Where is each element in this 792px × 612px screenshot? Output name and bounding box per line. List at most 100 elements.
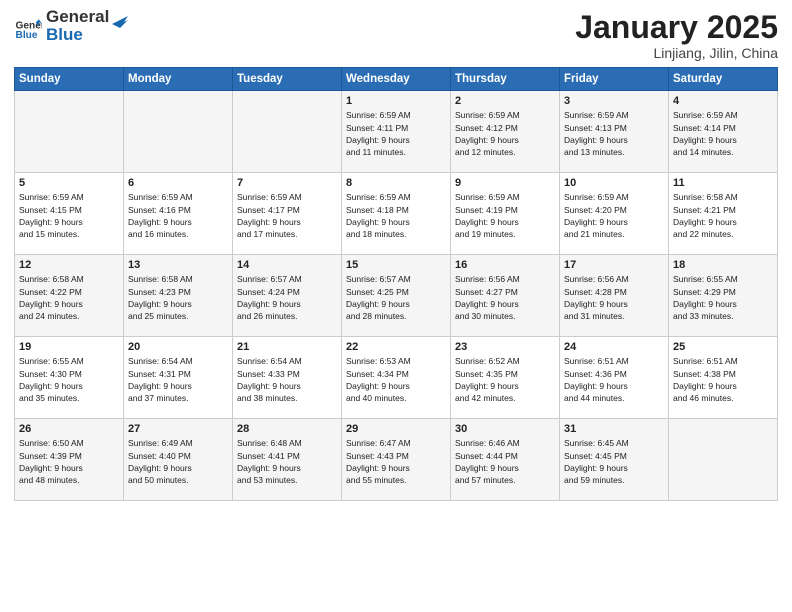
day-number: 5 <box>19 177 119 189</box>
calendar-week-row: 26Sunrise: 6:50 AM Sunset: 4:39 PM Dayli… <box>15 419 778 501</box>
day-info: Sunrise: 6:59 AM Sunset: 4:17 PM Dayligh… <box>237 191 337 240</box>
day-info: Sunrise: 6:52 AM Sunset: 4:35 PM Dayligh… <box>455 355 555 404</box>
location: Linjiang, Jilin, China <box>575 45 778 61</box>
day-info: Sunrise: 6:51 AM Sunset: 4:38 PM Dayligh… <box>673 355 773 404</box>
weekday-header-sunday: Sunday <box>15 68 124 91</box>
calendar-cell: 11 Sunrise: 6:58 AM Sunset: 4:21 PM Dayli… <box>669 173 778 255</box>
calendar-cell: 1 Sunrise: 6:59 AM Sunset: 4:11 PM Daylig… <box>342 91 451 173</box>
calendar-cell <box>15 91 124 173</box>
calendar-cell: 7 Sunrise: 6:59 AM Sunset: 4:17 PM Daylig… <box>233 173 342 255</box>
calendar-cell: 10 Sunrise: 6:59 AM Sunset: 4:20 PM Dayli… <box>560 173 669 255</box>
day-number: 11 <box>673 177 773 189</box>
day-number: 4 <box>673 95 773 107</box>
day-info: Sunrise: 6:57 AM Sunset: 4:25 PM Dayligh… <box>346 273 446 322</box>
calendar-cell: 23Sunrise: 6:52 AM Sunset: 4:35 PM Dayli… <box>451 337 560 419</box>
day-info: Sunrise: 6:46 AM Sunset: 4:44 PM Dayligh… <box>455 437 555 486</box>
day-number: 16 <box>455 259 555 271</box>
day-number: 10 <box>564 177 664 189</box>
calendar-cell: 31Sunrise: 6:45 AM Sunset: 4:45 PM Dayli… <box>560 419 669 501</box>
day-number: 30 <box>455 423 555 435</box>
day-info: Sunrise: 6:53 AM Sunset: 4:34 PM Dayligh… <box>346 355 446 404</box>
day-info: Sunrise: 6:55 AM Sunset: 4:29 PM Dayligh… <box>673 273 773 322</box>
day-number: 3 <box>564 95 664 107</box>
weekday-header-monday: Monday <box>124 68 233 91</box>
day-info: Sunrise: 6:50 AM Sunset: 4:39 PM Dayligh… <box>19 437 119 486</box>
logo-wing-icon <box>110 8 128 28</box>
day-info: Sunrise: 6:48 AM Sunset: 4:41 PM Dayligh… <box>237 437 337 486</box>
calendar-cell: 6 Sunrise: 6:59 AM Sunset: 4:16 PM Daylig… <box>124 173 233 255</box>
day-info: Sunrise: 6:55 AM Sunset: 4:30 PM Dayligh… <box>19 355 119 404</box>
calendar-cell: 3Sunrise: 6:59 AM Sunset: 4:13 PM Daylig… <box>560 91 669 173</box>
day-info: Sunrise: 6:59 AM Sunset: 4:15 PM Dayligh… <box>19 191 119 240</box>
calendar-cell: 29Sunrise: 6:47 AM Sunset: 4:43 PM Dayli… <box>342 419 451 501</box>
calendar-cell: 12Sunrise: 6:58 AM Sunset: 4:22 PM Dayli… <box>15 255 124 337</box>
day-info: Sunrise: 6:56 AM Sunset: 4:28 PM Dayligh… <box>564 273 664 322</box>
weekday-header-friday: Friday <box>560 68 669 91</box>
calendar-week-row: 19Sunrise: 6:55 AM Sunset: 4:30 PM Dayli… <box>15 337 778 419</box>
calendar-cell: 18 Sunrise: 6:55 AM Sunset: 4:29 PM Dayli… <box>669 255 778 337</box>
calendar-cell: 15 Sunrise: 6:57 AM Sunset: 4:25 PM Dayli… <box>342 255 451 337</box>
day-info: Sunrise: 6:57 AM Sunset: 4:24 PM Dayligh… <box>237 273 337 322</box>
header: General Blue General Blue January 2025 L… <box>14 10 778 61</box>
day-number: 28 <box>237 423 337 435</box>
day-number: 31 <box>564 423 664 435</box>
calendar-cell: 26Sunrise: 6:50 AM Sunset: 4:39 PM Dayli… <box>15 419 124 501</box>
calendar-cell: 14 Sunrise: 6:57 AM Sunset: 4:24 PM Dayli… <box>233 255 342 337</box>
day-number: 20 <box>128 341 228 353</box>
weekday-header-wednesday: Wednesday <box>342 68 451 91</box>
calendar-week-row: 12Sunrise: 6:58 AM Sunset: 4:22 PM Dayli… <box>15 255 778 337</box>
day-info: Sunrise: 6:59 AM Sunset: 4:14 PM Dayligh… <box>673 109 773 158</box>
calendar-cell <box>124 91 233 173</box>
weekday-header-saturday: Saturday <box>669 68 778 91</box>
day-number: 15 <box>346 259 446 271</box>
calendar-cell: 30 Sunrise: 6:46 AM Sunset: 4:44 PM Dayli… <box>451 419 560 501</box>
day-number: 7 <box>237 177 337 189</box>
day-number: 6 <box>128 177 228 189</box>
day-number: 22 <box>346 341 446 353</box>
day-number: 21 <box>237 341 337 353</box>
calendar-cell: 22 Sunrise: 6:53 AM Sunset: 4:34 PM Dayli… <box>342 337 451 419</box>
logo: General Blue General Blue <box>14 10 128 45</box>
weekday-header-tuesday: Tuesday <box>233 68 342 91</box>
calendar-cell: 5 Sunrise: 6:59 AM Sunset: 4:15 PM Daylig… <box>15 173 124 255</box>
calendar-week-row: 1 Sunrise: 6:59 AM Sunset: 4:11 PM Daylig… <box>15 91 778 173</box>
calendar-table: SundayMondayTuesdayWednesdayThursdayFrid… <box>14 67 778 501</box>
calendar-week-row: 5 Sunrise: 6:59 AM Sunset: 4:15 PM Daylig… <box>15 173 778 255</box>
calendar-cell: 9Sunrise: 6:59 AM Sunset: 4:19 PM Daylig… <box>451 173 560 255</box>
day-info: Sunrise: 6:54 AM Sunset: 4:33 PM Dayligh… <box>237 355 337 404</box>
calendar-cell: 27 Sunrise: 6:49 AM Sunset: 4:40 PM Dayli… <box>124 419 233 501</box>
day-number: 27 <box>128 423 228 435</box>
day-info: Sunrise: 6:59 AM Sunset: 4:16 PM Dayligh… <box>128 191 228 240</box>
page-container: General Blue General Blue January 2025 L… <box>0 0 792 509</box>
day-info: Sunrise: 6:59 AM Sunset: 4:20 PM Dayligh… <box>564 191 664 240</box>
calendar-cell: 16 Sunrise: 6:56 AM Sunset: 4:27 PM Dayli… <box>451 255 560 337</box>
day-number: 1 <box>346 95 446 107</box>
day-info: Sunrise: 6:59 AM Sunset: 4:11 PM Dayligh… <box>346 109 446 158</box>
calendar-cell: 28 Sunrise: 6:48 AM Sunset: 4:41 PM Dayli… <box>233 419 342 501</box>
day-number: 13 <box>128 259 228 271</box>
day-number: 25 <box>673 341 773 353</box>
calendar-cell: 8Sunrise: 6:59 AM Sunset: 4:18 PM Daylig… <box>342 173 451 255</box>
weekday-header-thursday: Thursday <box>451 68 560 91</box>
calendar-cell: 21 Sunrise: 6:54 AM Sunset: 4:33 PM Dayli… <box>233 337 342 419</box>
day-info: Sunrise: 6:49 AM Sunset: 4:40 PM Dayligh… <box>128 437 228 486</box>
day-info: Sunrise: 6:58 AM Sunset: 4:21 PM Dayligh… <box>673 191 773 240</box>
day-info: Sunrise: 6:54 AM Sunset: 4:31 PM Dayligh… <box>128 355 228 404</box>
day-info: Sunrise: 6:59 AM Sunset: 4:12 PM Dayligh… <box>455 109 555 158</box>
day-number: 17 <box>564 259 664 271</box>
day-number: 24 <box>564 341 664 353</box>
title-block: January 2025 Linjiang, Jilin, China <box>575 10 778 61</box>
svg-text:Blue: Blue <box>16 30 38 41</box>
calendar-cell <box>669 419 778 501</box>
calendar-cell: 17 Sunrise: 6:56 AM Sunset: 4:28 PM Dayli… <box>560 255 669 337</box>
day-number: 29 <box>346 423 446 435</box>
calendar-cell: 2Sunrise: 6:59 AM Sunset: 4:12 PM Daylig… <box>451 91 560 173</box>
day-number: 12 <box>19 259 119 271</box>
calendar-cell: 20 Sunrise: 6:54 AM Sunset: 4:31 PM Dayli… <box>124 337 233 419</box>
calendar-cell <box>233 91 342 173</box>
day-number: 9 <box>455 177 555 189</box>
day-number: 14 <box>237 259 337 271</box>
day-info: Sunrise: 6:56 AM Sunset: 4:27 PM Dayligh… <box>455 273 555 322</box>
calendar-cell: 24Sunrise: 6:51 AM Sunset: 4:36 PM Dayli… <box>560 337 669 419</box>
day-number: 18 <box>673 259 773 271</box>
